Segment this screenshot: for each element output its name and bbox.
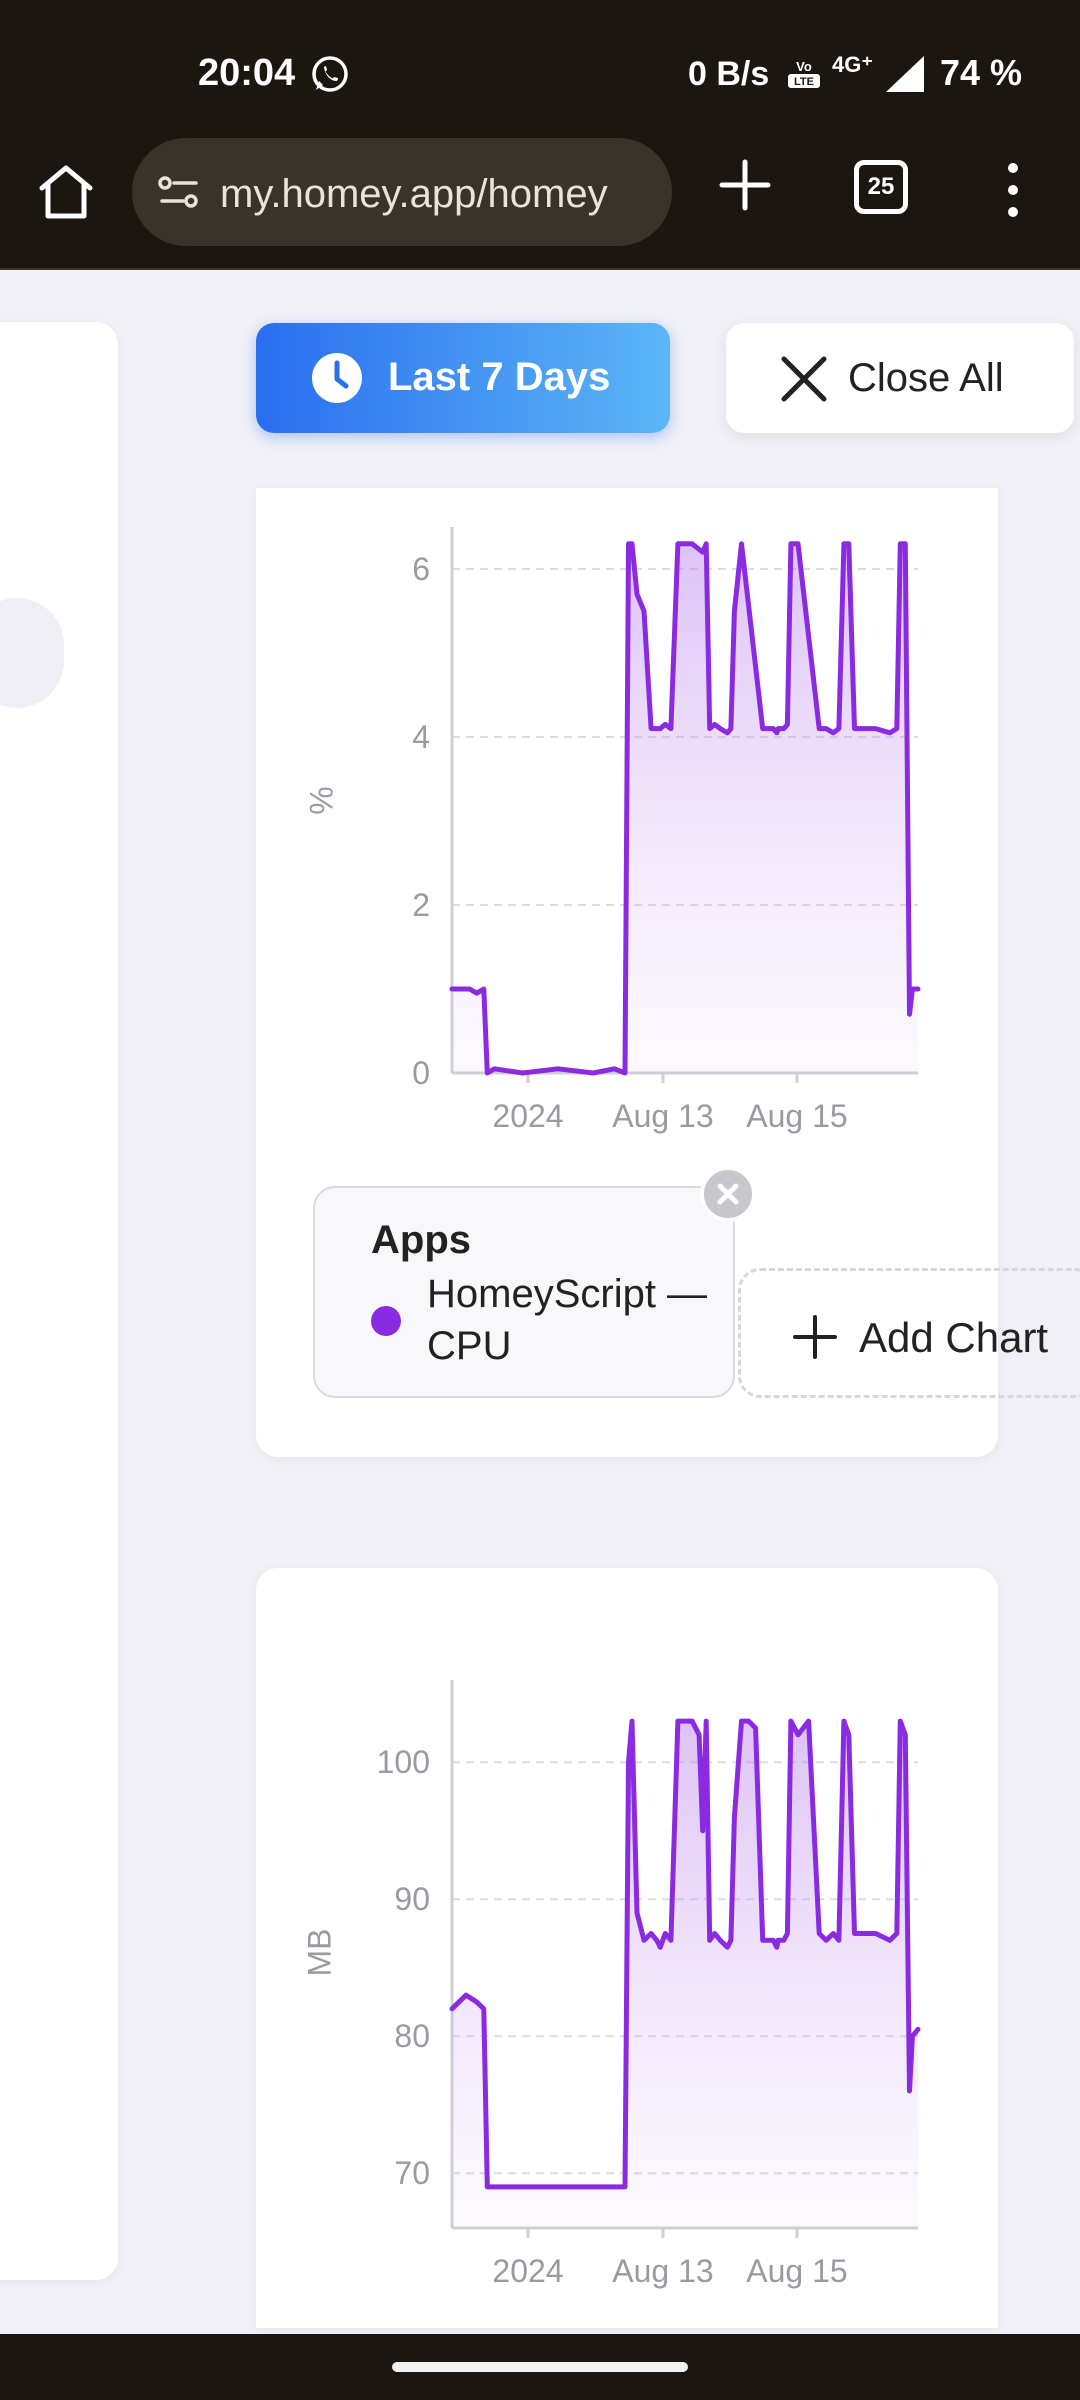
x-tick-label: 2024 — [492, 2253, 563, 2289]
memory-chart: 70 80 90 100 2024 Aug 13 Aug 15 — [377, 1680, 921, 2289]
system-nav-bar — [0, 2334, 1080, 2400]
x-tick-label: Aug 15 — [746, 2253, 847, 2289]
x-tick-label: Aug 13 — [612, 2253, 713, 2289]
home-gesture-handle[interactable] — [392, 2362, 688, 2372]
y-tick-label: 90 — [394, 1881, 430, 1917]
y-tick-label: 70 — [394, 2155, 430, 2191]
y-tick-label: 80 — [394, 2018, 430, 2054]
y-tick-label: 100 — [377, 1744, 430, 1780]
